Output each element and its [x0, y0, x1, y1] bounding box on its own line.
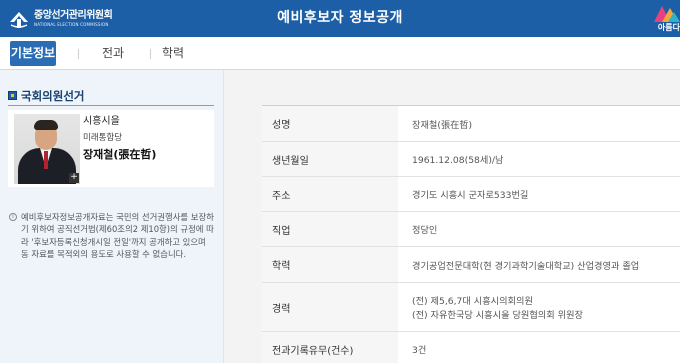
- tab-divider: [150, 49, 151, 59]
- info-row-education: 학력 경기공업전문대학(현 경기과학기술대학교) 산업경영과 졸업: [262, 247, 680, 283]
- row-value: 3건: [398, 332, 680, 363]
- candidate-card: + 시흥시을 미래통합당 장재철(張在哲): [8, 110, 214, 187]
- value-line: 정당인: [412, 225, 438, 236]
- info-row-name: 성명 장재철(張在哲): [262, 106, 680, 142]
- candidate-info-table: 성명 장재철(張在哲) 생년월일 1961.12.08(58세)/남 주소 경기…: [262, 105, 680, 363]
- main-content: 성명 장재철(張在哲) 생년월일 1961.12.08(58세)/남 주소 경기…: [224, 70, 680, 363]
- candidate-photo: +: [14, 114, 80, 184]
- info-row-occupation: 직업 정당인: [262, 212, 680, 247]
- row-value: (전) 제5,6,7대 시흥시의회의원 (전) 자유한국당 시흥시을 당원협의회…: [398, 283, 680, 331]
- disclosure-notice: i 예비후보자정보공개자료는 국민의 선거권행사를 보장하기 위하여 공직선거법…: [9, 211, 215, 261]
- row-value: 1961.12.08(58세)/남: [398, 142, 680, 176]
- row-label: 학력: [262, 247, 398, 282]
- row-label: 전과기록유무(건수): [262, 332, 398, 363]
- campaign-text: 아름다: [657, 23, 680, 32]
- info-icon: i: [9, 213, 17, 221]
- tab-education[interactable]: 학력: [156, 41, 190, 66]
- row-value: 정당인: [398, 212, 680, 246]
- election-type-title: 국회의원선거: [21, 88, 85, 103]
- candidate-name: 장재철(張在哲): [83, 148, 157, 161]
- value-line: 1961.12.08(58세)/남: [412, 155, 504, 166]
- section-header: 국회의원선거: [8, 86, 214, 106]
- info-row-address: 주소 경기도 시흥시 군자로533번길: [262, 177, 680, 212]
- row-value: 경기공업전문대학(현 경기과학기술대학교) 산업경영과 졸업: [398, 247, 680, 282]
- info-row-criminal-record: 전과기록유무(건수) 3건: [262, 332, 680, 363]
- tab-divider: [78, 49, 79, 59]
- row-label: 직업: [262, 212, 398, 246]
- tab-basic-info[interactable]: 기본정보: [10, 41, 56, 66]
- candidate-sidebar: 국회의원선거 + 시흥시을 미래통합당 장재철(張在哲) i 예비후보자정보공개…: [0, 70, 224, 363]
- row-label: 경력: [262, 283, 398, 331]
- candidate-party: 미래통합당: [83, 133, 123, 143]
- info-row-career: 경력 (전) 제5,6,7대 시흥시의회의원 (전) 자유한국당 시흥시을 당원…: [262, 283, 680, 332]
- section-bullet-icon: [8, 91, 17, 100]
- row-value: 장재철(張在哲): [398, 106, 680, 141]
- value-line: 장재철(張在哲): [412, 119, 473, 131]
- value-line: 경기공업전문대학(현 경기과학기술대학교) 산업경영과 졸업: [412, 260, 640, 272]
- enlarge-photo-icon[interactable]: +: [69, 173, 79, 183]
- page-title: 예비후보자 정보공개: [277, 10, 403, 26]
- row-label: 성명: [262, 106, 398, 141]
- candidate-region: 시흥시을: [83, 116, 120, 127]
- row-value: 경기도 시흥시 군자로533번길: [398, 177, 680, 211]
- notice-text: 예비후보자정보공개자료는 국민의 선거권행사를 보장하기 위하여 공직선거법(제…: [21, 212, 214, 260]
- row-label: 주소: [262, 177, 398, 211]
- tab-criminal-record[interactable]: 전과: [96, 41, 130, 66]
- tab-bar: 기본정보 전과 학력: [0, 37, 680, 70]
- top-header: 중앙선거관리위원회 NATIONAL ELECTION COMMISSION 예…: [0, 0, 680, 37]
- value-line: (전) 제5,6,7대 시흥시의회의원: [412, 296, 533, 307]
- row-label: 생년월일: [262, 142, 398, 176]
- info-row-birth: 생년월일 1961.12.08(58세)/남: [262, 142, 680, 177]
- value-line: 경기도 시흥시 군자로533번길: [412, 190, 529, 201]
- value-line: (전) 자유한국당 시흥시을 당원협의회 위원장: [412, 310, 583, 321]
- value-line: 3건: [412, 345, 427, 356]
